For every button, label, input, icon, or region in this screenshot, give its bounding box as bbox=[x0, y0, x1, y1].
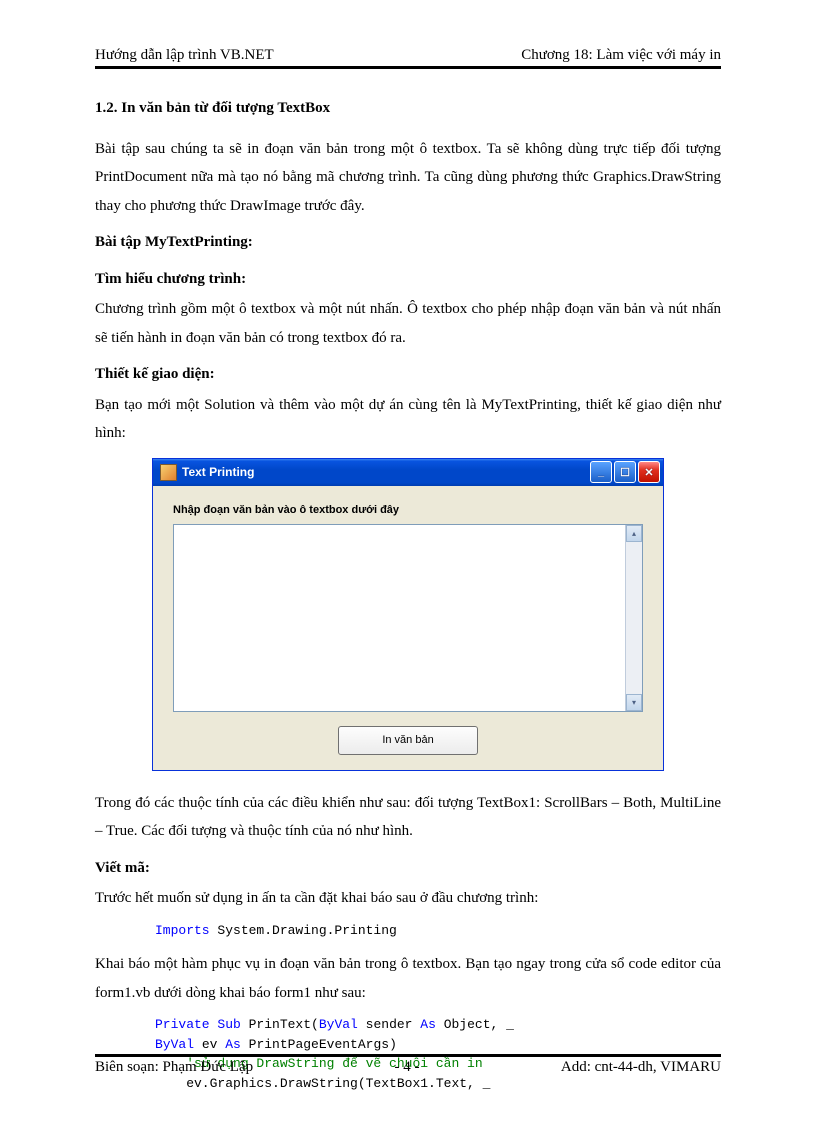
exercise-heading: Bài tập MyTextPrinting: bbox=[95, 228, 721, 257]
scroll-down-icon[interactable]: ▾ bbox=[626, 694, 642, 711]
scroll-up-icon[interactable]: ▴ bbox=[626, 525, 642, 542]
subheading: Viết mã: bbox=[95, 854, 721, 883]
app-icon bbox=[160, 464, 177, 481]
maximize-button[interactable]: ☐ bbox=[614, 461, 636, 483]
section-heading: 1.2. In văn bản từ đối tượng TextBox bbox=[95, 94, 721, 123]
paragraph: Bài tập sau chúng ta sẽ in đoạn văn bản … bbox=[95, 135, 721, 221]
minimize-button[interactable]: _ bbox=[590, 461, 612, 483]
header-left: Hướng dẫn lập trình VB.NET bbox=[95, 47, 274, 64]
code-block: Imports System.Drawing.Printing bbox=[155, 921, 721, 941]
paragraph: Chương trình gồm một ô textbox và một nú… bbox=[95, 295, 721, 352]
footer-left: Biên soạn: Phạm Đức Lập bbox=[95, 1059, 253, 1076]
paragraph: Khai báo một hàm phục vụ in đoạn văn bản… bbox=[95, 950, 721, 1007]
window-body: Nhập đoạn văn bản vào ô textbox dưới đây… bbox=[153, 486, 663, 770]
header-right: Chương 18: Làm việc với máy in bbox=[521, 47, 721, 64]
form-window: Text Printing _ ☐ ✕ Nhập đoạn văn bản và… bbox=[152, 458, 664, 771]
page-footer: Biên soạn: Phạm Đức Lập - 4 - Add: cnt-4… bbox=[95, 1054, 721, 1076]
window-title: Text Printing bbox=[182, 465, 588, 479]
page-header: Hướng dẫn lập trình VB.NET Chương 18: Là… bbox=[95, 47, 721, 69]
paragraph: Trước hết muốn sử dụng in ấn ta cần đặt … bbox=[95, 884, 721, 913]
footer-right: Add: cnt-44-dh, VIMARU bbox=[561, 1059, 721, 1076]
footer-center: - 4 - bbox=[394, 1059, 419, 1076]
window-titlebar: Text Printing _ ☐ ✕ bbox=[153, 459, 663, 486]
paragraph: Bạn tạo mới một Solution và thêm vào một… bbox=[95, 391, 721, 448]
subheading: Thiết kế giao diện: bbox=[95, 360, 721, 389]
scrollbar[interactable]: ▴ ▾ bbox=[625, 525, 642, 711]
form-label: Nhập đoạn văn bản vào ô textbox dưới đây bbox=[173, 504, 643, 516]
paragraph: Trong đó các thuộc tính của các điều khi… bbox=[95, 789, 721, 846]
print-button[interactable]: In văn bản bbox=[338, 726, 478, 755]
subheading: Tìm hiểu chương trình: bbox=[95, 265, 721, 294]
close-button[interactable]: ✕ bbox=[638, 461, 660, 483]
textbox-input[interactable]: ▴ ▾ bbox=[173, 524, 643, 712]
